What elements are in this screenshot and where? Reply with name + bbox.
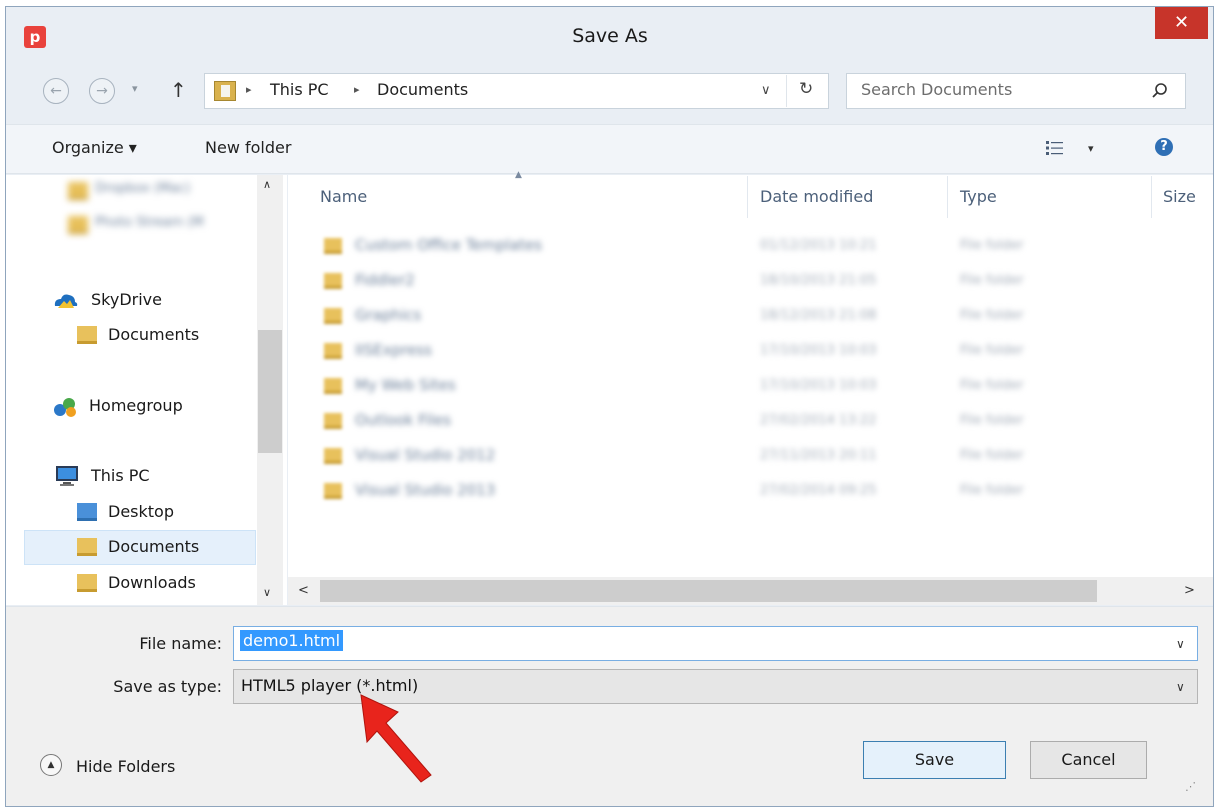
- file-row-type[interactable]: File folder: [960, 448, 1024, 463]
- file-row-date[interactable]: 17/10/2013 10:03: [760, 343, 877, 358]
- resize-grip-icon[interactable]: ⋰: [1185, 780, 1196, 793]
- forward-button[interactable]: →: [89, 78, 115, 104]
- save-as-type-label: Save as type:: [113, 677, 222, 696]
- folder-icon: [324, 273, 342, 289]
- file-row-type[interactable]: File folder: [960, 273, 1024, 288]
- sidebar-item-skydrive[interactable]: SkyDrive: [91, 290, 162, 309]
- file-row-date[interactable]: 17/10/2013 10:03: [760, 378, 877, 393]
- sidebar-item-skydrive-documents[interactable]: Documents: [108, 325, 199, 344]
- file-row-type[interactable]: File folder: [960, 483, 1024, 498]
- column-divider[interactable]: [947, 176, 948, 218]
- file-row-name[interactable]: Outlook Files: [355, 411, 451, 429]
- sidebar-item-downloads[interactable]: Downloads: [108, 573, 196, 592]
- breadcrumb-separator-icon[interactable]: ▸: [354, 83, 360, 96]
- column-divider[interactable]: [1151, 176, 1152, 218]
- computer-icon: [56, 466, 78, 486]
- view-options-dropdown[interactable]: ▾: [1088, 142, 1094, 155]
- scroll-left-icon[interactable]: <: [298, 583, 309, 598]
- file-row-date[interactable]: 18/10/2013 21:05: [760, 273, 877, 288]
- hide-folders-button[interactable]: Hide Folders: [76, 757, 175, 776]
- sidebar-item-homegroup[interactable]: Homegroup: [89, 396, 183, 415]
- address-history-dropdown[interactable]: ∨: [761, 83, 771, 98]
- file-row-type[interactable]: File folder: [960, 343, 1024, 358]
- folder-icon: [324, 448, 342, 464]
- close-button[interactable]: ✕: [1155, 7, 1208, 39]
- search-placeholder[interactable]: Search Documents: [861, 80, 1012, 99]
- up-button[interactable]: ↑: [170, 78, 187, 102]
- file-row-date[interactable]: 27/02/2014 13:22: [760, 413, 877, 428]
- column-header-date-modified[interactable]: Date modified: [760, 187, 873, 206]
- scroll-right-icon[interactable]: >: [1184, 583, 1195, 598]
- organize-menu-button[interactable]: Organize ▾: [52, 138, 137, 157]
- file-name-label: File name:: [139, 634, 222, 653]
- folder-icon: [324, 343, 342, 359]
- file-row-name[interactable]: My Web Sites: [355, 376, 456, 394]
- documents-folder-icon: [214, 81, 236, 101]
- scroll-down-icon[interactable]: ∨: [263, 586, 271, 599]
- desktop-folder-icon: [77, 503, 97, 521]
- column-divider[interactable]: [747, 176, 748, 218]
- command-bar: [6, 124, 1213, 174]
- sort-ascending-icon: ▲: [515, 170, 522, 180]
- folder-icon: [324, 308, 342, 324]
- sidebar-item-photo-stream[interactable]: Photo Stream (M: [95, 215, 204, 230]
- help-icon[interactable]: ?: [1155, 138, 1173, 156]
- file-list-scroll-thumb[interactable]: [320, 580, 1097, 602]
- photo-stream-folder-icon: [68, 216, 88, 234]
- skydrive-icon: [54, 294, 78, 308]
- sidebar-item-this-pc[interactable]: This PC: [91, 466, 150, 485]
- breadcrumb-this-pc[interactable]: This PC: [270, 80, 329, 99]
- breadcrumb-separator-icon[interactable]: ▸: [246, 83, 252, 96]
- new-folder-button[interactable]: New folder: [205, 138, 291, 157]
- file-name-input[interactable]: [233, 626, 1198, 661]
- sidebar-scroll-thumb[interactable]: [258, 330, 282, 453]
- chevron-down-icon[interactable]: ∨: [1176, 637, 1185, 651]
- file-row-type[interactable]: File folder: [960, 378, 1024, 393]
- folder-icon: [324, 238, 342, 254]
- file-row-type[interactable]: File folder: [960, 308, 1024, 323]
- column-header-type[interactable]: Type: [960, 187, 997, 206]
- file-row-name[interactable]: Visual Studio 2012: [355, 446, 495, 464]
- file-row-name[interactable]: IISExpress: [355, 341, 432, 359]
- red-arrow-annotation-icon: [360, 694, 432, 783]
- sidebar-item-documents[interactable]: Documents: [108, 537, 199, 556]
- file-row-name[interactable]: Fiddler2: [355, 271, 415, 289]
- sidebar-item-dropbox[interactable]: Dropbox (Mac): [95, 181, 190, 196]
- downloads-folder-icon: [77, 574, 97, 592]
- refresh-button[interactable]: ↻: [799, 79, 813, 99]
- file-row-type[interactable]: File folder: [960, 238, 1024, 253]
- file-row-name[interactable]: Custom Office Templates: [355, 236, 542, 254]
- chevron-down-icon[interactable]: ∨: [1176, 680, 1185, 694]
- cancel-button[interactable]: Cancel: [1030, 741, 1147, 779]
- file-row-date[interactable]: 27/11/2013 20:11: [760, 448, 877, 463]
- back-button[interactable]: ←: [43, 78, 69, 104]
- documents-folder-icon: [77, 538, 97, 556]
- dialog-title: Save As: [572, 25, 648, 47]
- file-row-date[interactable]: 01/12/2013 10:21: [760, 238, 877, 253]
- breadcrumb-documents[interactable]: Documents: [377, 80, 468, 99]
- folder-icon: [324, 483, 342, 499]
- scroll-up-icon[interactable]: ∧: [263, 178, 271, 191]
- dropbox-folder-icon: [68, 182, 88, 200]
- recent-locations-button[interactable]: ▾: [132, 82, 138, 95]
- column-header-size[interactable]: Size: [1163, 187, 1196, 206]
- change-view-icon[interactable]: [1046, 140, 1064, 156]
- save-button[interactable]: Save: [863, 741, 1006, 779]
- search-icon[interactable]: [1150, 81, 1170, 101]
- folder-icon: [324, 378, 342, 394]
- file-row-date[interactable]: 27/02/2014 09:25: [760, 483, 877, 498]
- folder-icon: [77, 326, 97, 344]
- column-header-name[interactable]: Name: [320, 187, 367, 206]
- file-row-type[interactable]: File folder: [960, 413, 1024, 428]
- app-logo-icon: p: [24, 26, 46, 48]
- file-row-name[interactable]: Visual Studio 2013: [355, 481, 495, 499]
- chevron-up-icon[interactable]: ▲: [40, 754, 62, 776]
- divider: [786, 75, 787, 107]
- homegroup-icon: [54, 398, 76, 417]
- file-name-value[interactable]: demo1.html: [240, 630, 344, 651]
- folder-icon: [324, 413, 342, 429]
- sidebar-item-desktop[interactable]: Desktop: [108, 502, 174, 521]
- file-row-name[interactable]: Graphics: [355, 306, 421, 324]
- file-row-date[interactable]: 18/12/2013 21:08: [760, 308, 877, 323]
